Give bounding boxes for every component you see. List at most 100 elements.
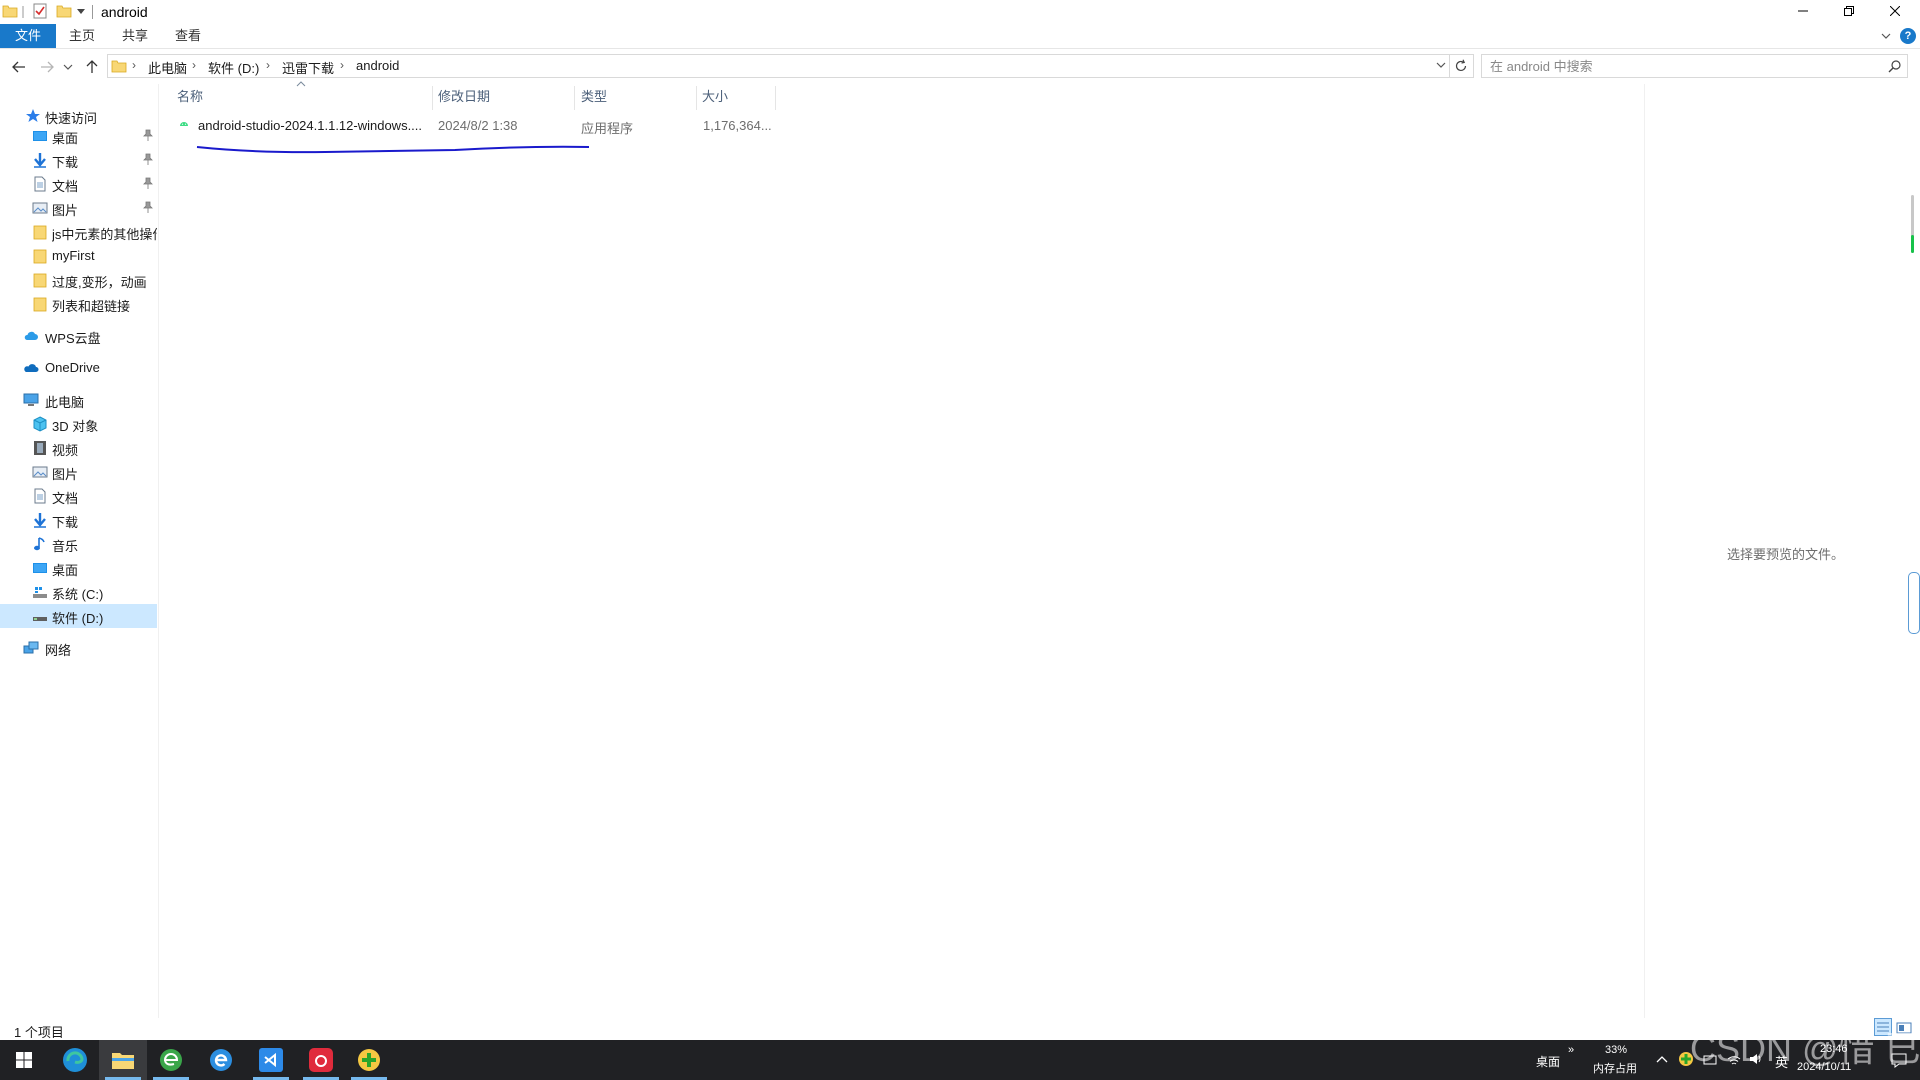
memory-label: 内存占用: [1593, 1063, 1637, 1075]
tab-home[interactable]: 主页: [62, 24, 102, 48]
column-separator[interactable]: [696, 86, 697, 110]
pane-divider[interactable]: [158, 84, 159, 1024]
sidebar-item-documents-pc[interactable]: 文档: [0, 484, 157, 508]
sidebar-label: 下载: [52, 515, 79, 530]
column-separator[interactable]: [775, 86, 776, 110]
forward-button[interactable]: [37, 57, 57, 77]
windows-drive-icon: [32, 584, 48, 600]
search-box[interactable]: [1481, 54, 1908, 78]
breadcrumb-separator: ›: [132, 58, 136, 72]
navigation-pane: 快速访问 桌面 下载 文档 图片 js中元素的其他操作 myFirst 过度,变…: [0, 84, 157, 1024]
breadcrumb-xunlei[interactable]: 迅雷下载: [282, 58, 334, 77]
up-button[interactable]: [82, 57, 102, 77]
sidebar-item-downloads-pc[interactable]: 下载: [0, 508, 157, 532]
breadcrumb-separator[interactable]: ›: [266, 58, 270, 72]
close-button[interactable]: [1872, 0, 1918, 22]
customize-qa-dropdown-icon[interactable]: [76, 6, 92, 22]
taskbar-vscode[interactable]: [247, 1040, 295, 1080]
sidebar-item-folder-transition[interactable]: 过度,变形，动画: [0, 268, 157, 292]
desktop-toolbar-label[interactable]: 桌面: [1536, 1053, 1560, 1070]
breadcrumb-drive-d[interactable]: 软件 (D:): [208, 58, 259, 77]
expand-ribbon-icon[interactable]: [1880, 30, 1892, 42]
sidebar-item-music[interactable]: 音乐: [0, 532, 157, 556]
taskbar-file-explorer[interactable]: [99, 1040, 147, 1080]
download-arrow-icon: [32, 152, 48, 168]
sidebar-item-pictures[interactable]: 图片: [0, 196, 157, 220]
title-bar: android: [0, 0, 1920, 24]
sidebar-item-downloads[interactable]: 下载: [0, 148, 157, 172]
taskbar-edge[interactable]: [51, 1040, 99, 1080]
sidebar-label: 桌面: [52, 563, 79, 578]
network-icon: [23, 640, 39, 656]
sidebar-item-pictures-pc[interactable]: 图片: [0, 460, 157, 484]
toolbar-expand-icon[interactable]: »: [1568, 1044, 1574, 1056]
sidebar-item-documents[interactable]: 文档: [0, 172, 157, 196]
tab-view[interactable]: 查看: [168, 24, 208, 48]
star-icon: [25, 108, 41, 124]
help-icon[interactable]: ?: [1900, 28, 1916, 44]
sidebar-label: 图片: [52, 467, 79, 482]
sidebar-item-folder-js[interactable]: js中元素的其他操作: [0, 220, 157, 244]
sidebar-label: 文档: [52, 491, 79, 506]
folder-icon: [32, 248, 48, 264]
tab-file[interactable]: 文件: [0, 24, 56, 48]
back-button[interactable]: [9, 57, 29, 77]
breadcrumb-separator[interactable]: ›: [192, 58, 196, 72]
taskbar-netease-music[interactable]: [297, 1040, 345, 1080]
breadcrumb-this-pc[interactable]: 此电脑: [148, 58, 187, 77]
taskbar-360[interactable]: [345, 1040, 393, 1080]
column-separator[interactable]: [432, 86, 433, 110]
properties-icon[interactable]: [32, 3, 48, 19]
sidebar-item-videos[interactable]: 视频: [0, 436, 157, 460]
file-name[interactable]: android-studio-2024.1.1.12-windows....: [198, 118, 422, 133]
sidebar-item-network[interactable]: 网络: [0, 636, 157, 660]
breadcrumb-android[interactable]: android: [356, 58, 399, 73]
sidebar-item-wps-cloud[interactable]: WPS云盘: [0, 324, 157, 348]
pin-icon: [143, 201, 153, 213]
hand-drawn-underline: [196, 145, 590, 154]
sidebar-label: 网络: [45, 643, 72, 658]
search-icon[interactable]: [1888, 59, 1902, 73]
address-bar[interactable]: › 此电脑 › 软件 (D:) › 迅雷下载 › android: [107, 54, 1474, 78]
taskbar-ie[interactable]: [197, 1040, 245, 1080]
sidebar-item-drive-c[interactable]: 系统 (C:): [0, 580, 157, 604]
close-icon: [1890, 6, 1900, 16]
forward-arrow-icon: [41, 61, 54, 73]
recent-locations-button[interactable]: [62, 57, 74, 77]
sidebar-item-folder-lists[interactable]: 列表和超链接: [0, 292, 157, 316]
music-note-icon: [32, 536, 48, 552]
refresh-icon[interactable]: [1454, 59, 1468, 73]
sidebar-label: 此电脑: [45, 395, 85, 410]
breadcrumb-separator[interactable]: ›: [340, 58, 344, 72]
search-input[interactable]: [1490, 57, 1870, 75]
taskbar-browser-green[interactable]: [147, 1040, 195, 1080]
file-date: 2024/8/2 1:38: [438, 118, 518, 133]
sidebar-item-this-pc[interactable]: 此电脑: [0, 388, 157, 412]
column-separator[interactable]: [574, 86, 575, 110]
sidebar-label: 文档: [52, 179, 79, 194]
restore-button[interactable]: [1826, 0, 1872, 22]
tray-overflow-icon[interactable]: [1656, 1054, 1668, 1064]
address-dropdown-icon[interactable]: [1436, 60, 1446, 70]
tab-share[interactable]: 共享: [115, 24, 155, 48]
minimize-button[interactable]: [1780, 0, 1826, 22]
start-button[interactable]: [0, 1040, 48, 1080]
sidebar-item-desktop[interactable]: 桌面: [0, 124, 157, 148]
sidebar-item-folder-myfirst[interactable]: myFirst: [0, 244, 157, 268]
column-header-type[interactable]: 类型: [581, 84, 691, 110]
memory-percent: 33%: [1605, 1044, 1628, 1056]
column-header-date[interactable]: 修改日期: [438, 84, 573, 110]
column-header-size[interactable]: 大小: [702, 84, 772, 110]
download-arrow-icon: [32, 512, 48, 528]
sidebar-item-drive-d[interactable]: 软件 (D:): [0, 604, 157, 628]
item-count: 1 个项目: [14, 1025, 64, 1040]
preview-divider[interactable]: [1644, 84, 1645, 1024]
sidebar-item-onedrive[interactable]: OneDrive: [0, 356, 157, 380]
side-scroll-handle[interactable]: [1908, 572, 1920, 634]
column-header-name[interactable]: 名称: [177, 84, 427, 110]
sidebar-item-desktop-pc[interactable]: 桌面: [0, 556, 157, 580]
pictures-icon: [32, 464, 48, 480]
sidebar-item-3d-objects[interactable]: 3D 对象: [0, 412, 157, 436]
new-folder-icon[interactable]: [56, 3, 72, 19]
pin-icon: [143, 153, 153, 165]
